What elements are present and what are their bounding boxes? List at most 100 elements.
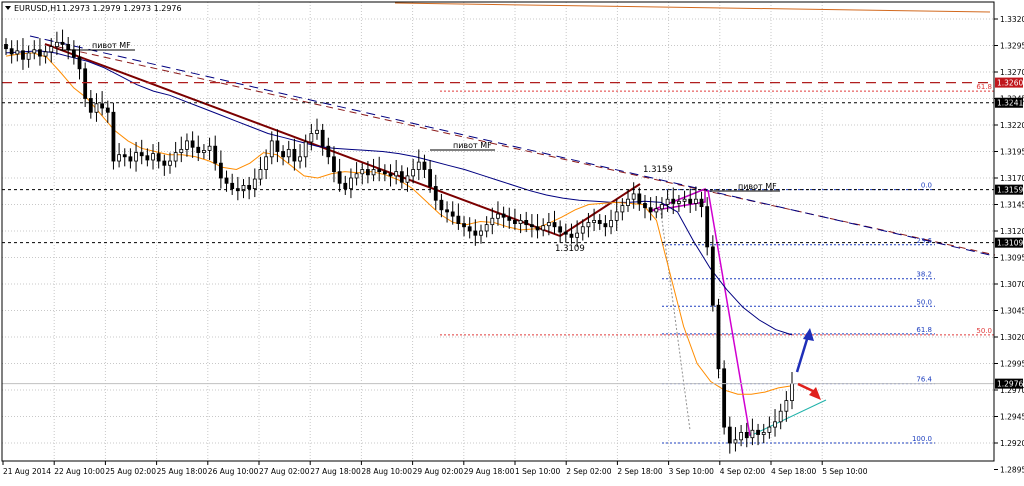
candle-body	[252, 178, 257, 189]
candle-body	[739, 431, 744, 441]
candle-body	[422, 161, 427, 170]
candle-body	[535, 226, 540, 231]
candle-body	[213, 145, 218, 164]
candle-body	[196, 146, 201, 153]
candle-body	[258, 169, 263, 180]
candle-body	[682, 198, 687, 202]
candle-body	[365, 169, 370, 176]
time-tick-label: 28 Aug 10:00	[361, 467, 412, 476]
price-tick-label: 1.2995	[1000, 360, 1024, 369]
candle-body	[710, 246, 715, 306]
candle-body	[529, 224, 534, 228]
candle-body	[343, 182, 348, 190]
candle-body	[326, 145, 331, 158]
candle-body	[264, 156, 269, 170]
price-label-text: 1.3109	[997, 239, 1023, 248]
candle-body	[26, 52, 31, 60]
candle-body	[315, 129, 319, 134]
candle-body	[479, 230, 483, 236]
candle-body	[643, 203, 647, 209]
pivot-label: пивот МF	[738, 182, 777, 191]
candle-body	[541, 225, 546, 231]
fib-level-label: 76.4	[916, 376, 932, 384]
time-tick-label: 3 Sep 10:00	[669, 467, 715, 476]
candle-body	[49, 46, 54, 53]
candle-body	[660, 204, 664, 210]
candle-body	[614, 211, 619, 221]
time-tick-label: 5 Sep 10:00	[822, 467, 868, 476]
symbol-label: EURUSD,H1	[14, 4, 61, 13]
candle-body	[592, 219, 596, 223]
candle-body	[9, 48, 14, 55]
price-tick-label: 1.3020	[1000, 333, 1024, 342]
candle-body	[654, 208, 659, 213]
candle-body	[563, 231, 568, 235]
candle-body	[546, 222, 551, 227]
candle-body	[394, 171, 399, 177]
candle-body	[784, 400, 789, 412]
candle-body	[247, 185, 252, 189]
candle-body	[38, 49, 42, 57]
candle-body	[513, 219, 517, 224]
candle-body	[411, 169, 416, 177]
candle-body	[620, 205, 625, 213]
time-tick-label: 4 Sep 02:00	[720, 467, 766, 476]
candle-body	[349, 177, 353, 189]
candle-body	[388, 173, 393, 177]
time-tick-label: 2 Sep 18:00	[617, 467, 663, 476]
candle-body	[490, 217, 495, 226]
candle-body	[320, 129, 325, 147]
candle-body	[671, 198, 676, 204]
candle-body	[467, 226, 472, 232]
candle-body	[733, 439, 738, 444]
candle-body	[790, 383, 794, 402]
candle-body	[156, 153, 161, 162]
candle-body	[450, 211, 455, 217]
candle-body	[767, 426, 772, 433]
candle-body	[54, 41, 59, 47]
fib-level-label: 61.8	[916, 326, 932, 334]
candle-body	[21, 50, 25, 60]
candle-body	[269, 140, 274, 158]
price-tick-label: 1.3095	[1000, 254, 1024, 263]
candle-body	[699, 198, 704, 208]
candle-body	[298, 156, 302, 162]
candle-body	[360, 169, 365, 175]
candle-body	[501, 213, 506, 218]
ohlc-label: 1.2973 1.2979 1.2973 1.2976	[62, 4, 182, 13]
time-tick-label: 27 Aug 18:00	[310, 467, 361, 476]
time-tick-label: 4 Sep 18:00	[771, 467, 817, 476]
fib-level-label: 0.0	[921, 182, 932, 190]
candle-body	[377, 169, 382, 173]
candle-body	[32, 49, 37, 54]
candle-body	[190, 140, 195, 148]
price-tick-label: 1.3145	[1000, 201, 1024, 210]
pivot-label: пивот МF	[92, 41, 131, 50]
candle-body	[507, 216, 512, 221]
price-tick-label: 1.3320	[1000, 15, 1024, 24]
candle-body	[286, 148, 291, 158]
time-tick-label: 25 Aug 02:00	[105, 467, 156, 476]
price-tick-label: 1.2970	[1000, 386, 1024, 395]
candle-body	[162, 160, 167, 166]
candle-body	[484, 224, 489, 232]
candle-body	[151, 153, 155, 161]
candle-body	[603, 223, 608, 228]
price-tick-label: 1.3170	[1000, 174, 1024, 183]
candle-body	[185, 140, 189, 150]
candle-body	[456, 215, 461, 224]
price-tick-label: 1.3045	[1000, 307, 1024, 316]
candle-body	[145, 155, 150, 161]
price-label-text: 1.3260	[997, 79, 1023, 88]
fib-level-label: 50.0	[916, 298, 932, 306]
candle-body	[88, 98, 93, 113]
candle-body	[677, 200, 681, 204]
swing-high-label: 1.3159	[643, 165, 673, 175]
candle-body	[77, 56, 82, 70]
candle-body	[43, 51, 48, 57]
candle-body	[15, 50, 20, 55]
candle-body	[524, 219, 529, 226]
candle-body	[580, 226, 585, 234]
candle-body	[773, 421, 777, 428]
time-tick-label: 2 Sep 02:00	[566, 467, 612, 476]
